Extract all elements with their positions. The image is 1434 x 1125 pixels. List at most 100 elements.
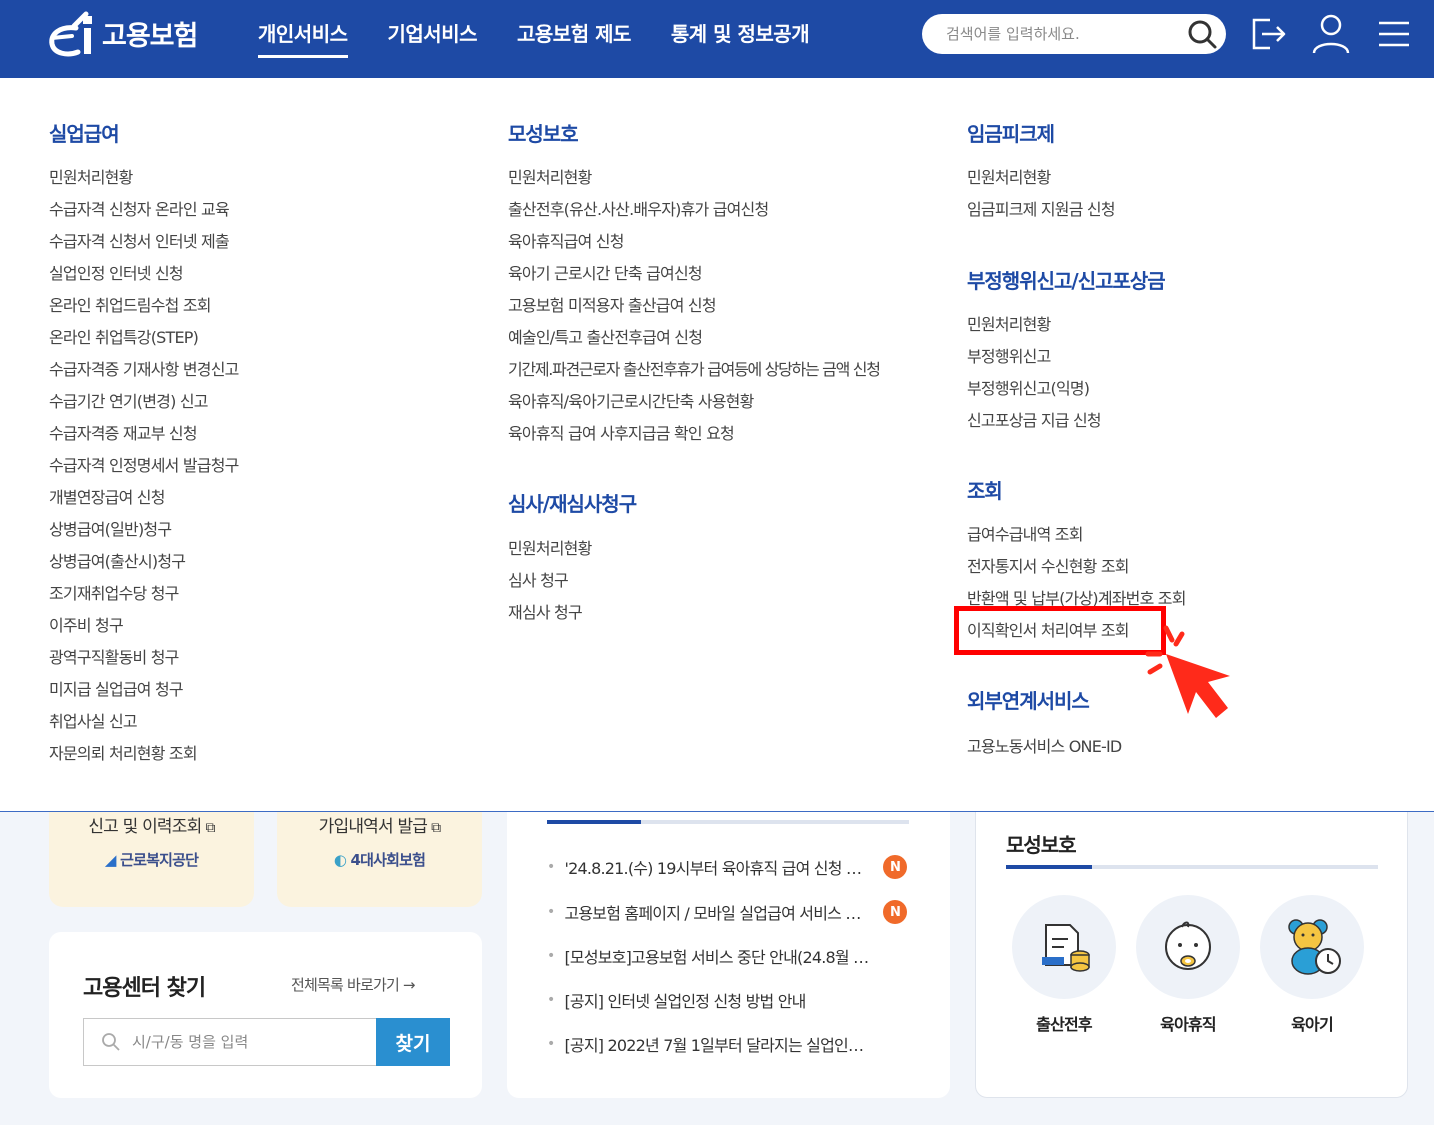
teddy-bear-clock-icon (1288, 919, 1341, 975)
menu-link[interactable]: 이주비 청구 (49, 612, 124, 636)
external-link-icon: ⧉ (431, 820, 441, 836)
menu-link[interactable]: 기간제.파견근로자 출산전후휴가 급여등에 상당하는 금액 신청 (508, 356, 881, 380)
menu-link[interactable]: 미지급 실업급여 청구 (49, 676, 184, 700)
menu-link[interactable]: 자문의뢰 처리현황 조회 (49, 740, 198, 764)
menu-link[interactable]: 광역구직활동비 청구 (49, 644, 179, 668)
quick-link-title: 가입내역서 발급 (318, 817, 428, 837)
menu-link[interactable]: 신고포상금 지급 신청 (967, 407, 1102, 431)
external-link-icon: ⧉ (205, 820, 215, 836)
menu-link[interactable]: 육아휴직급여 신청 (508, 228, 624, 252)
menu-link[interactable]: 수급자격 신청서 인터넷 제출 (49, 228, 230, 252)
menu-link[interactable]: 상병급여(일반)청구 (49, 516, 172, 540)
new-badge: N (883, 855, 907, 879)
search-input[interactable] (946, 22, 1176, 46)
brand-logo-icon: ◢ (104, 851, 121, 869)
menu-link[interactable]: 수급자격증 재교부 신청 (49, 420, 198, 444)
menu-link[interactable]: 수급자격 신청자 온라인 교육 (49, 196, 230, 220)
top-header: 고용보험 개인서비스 기업서비스 고용보험 제도 통계 및 정보공개 (0, 0, 1434, 78)
menu-link[interactable]: 출산전후(유산.사산.배우자)휴가 급여신청 (508, 196, 769, 220)
menu-link[interactable]: 민원처리현황 (508, 535, 592, 559)
menu-link[interactable]: 민원처리현황 (49, 164, 133, 188)
maternity-panel-title: 모성보호 (1006, 833, 1077, 857)
center-title: 고용센터 찾기 (83, 976, 206, 1001)
section-inquiry-title[interactable]: 조회 (967, 475, 1003, 504)
search-button[interactable] (1184, 16, 1220, 52)
menu-link[interactable]: 온라인 취업특강(STEP) (49, 324, 199, 348)
notice-item[interactable]: • [모성보호]고용보험 서비스 중단 안내(24.8월 예정) (547, 943, 907, 969)
menu-link[interactable]: 민원처리현황 (967, 164, 1051, 188)
menu-link[interactable]: 민원처리현황 (967, 311, 1051, 335)
maternity-item-childcare[interactable]: 육아기 (1260, 895, 1364, 1035)
maternity-item-label: 육아기 (1291, 1015, 1334, 1034)
maternity-item-childbirth[interactable]: 출산전후 (1012, 895, 1116, 1035)
maternity-item-parental-leave[interactable]: 육아휴직 (1136, 895, 1240, 1035)
notice-item[interactable]: • [공지] 2022년 7월 1일부터 달라지는 실업인정 안내 (547, 1031, 907, 1057)
notice-item[interactable]: • '24.8.21.(수) 19시부터 육아휴직 급여 신청 안내 N (547, 854, 907, 880)
nav-statistics[interactable]: 통계 및 정보공개 (671, 18, 810, 58)
menu-link[interactable]: 수급자격증 기재사항 변경신고 (49, 356, 239, 380)
menu-link[interactable]: 개별연장급여 신청 (49, 484, 165, 508)
header-search (922, 14, 1226, 54)
user-icon (1312, 14, 1350, 54)
search-icon (102, 1033, 120, 1051)
section-external-title[interactable]: 외부연계서비스 (967, 685, 1090, 714)
maternity-item-label: 육아휴직 (1160, 1015, 1216, 1034)
menu-link[interactable]: 임금피크제 지원금 신청 (967, 196, 1116, 220)
notice-card: • '24.8.21.(수) 19시부터 육아휴직 급여 신청 안내 N • 고용보… (507, 790, 950, 1098)
menu-link[interactable]: 수급자격 인정명세서 발급청구 (49, 452, 239, 476)
quick-link-subscription-cert[interactable]: 가입내역서 발급 ⧉ ◐ 4대사회보험 (277, 812, 482, 907)
section-wage-peak-title[interactable]: 임금피크제 (967, 118, 1055, 147)
click-pointer-icon (1145, 625, 1230, 718)
section-maternity-title[interactable]: 모성보호 (508, 118, 579, 147)
menu-link[interactable]: 급여수급내역 조회 (967, 521, 1083, 545)
center-more-link[interactable]: 전체목록 바로가기 → (291, 974, 416, 995)
search-icon (1188, 20, 1217, 49)
quick-link-brand: 4대사회보험 (350, 851, 426, 869)
document-coins-icon (1042, 924, 1090, 972)
menu-link[interactable]: 조기재취업수당 청구 (49, 580, 179, 604)
menu-link[interactable]: 고용노동서비스 ONE-ID (967, 733, 1122, 757)
baby-face-icon (1165, 921, 1211, 970)
menu-link[interactable]: 온라인 취업드림수첩 조회 (49, 292, 212, 316)
new-badge: N (883, 900, 907, 924)
section-review-title[interactable]: 심사/재심사청구 (508, 488, 637, 517)
logo-icon (49, 11, 92, 57)
menu-link[interactable]: 부정행위신고(익명) (967, 375, 1090, 399)
menu-link[interactable]: 육아기 근로시간 단축 급여신청 (508, 260, 703, 284)
quick-link-brand: 근로복지공단 (120, 851, 199, 869)
center-search-input[interactable] (83, 1018, 377, 1066)
menu-link[interactable]: 부정행위신고 (967, 343, 1051, 367)
notice-item[interactable]: • 고용보험 홈페이지 / 모바일 실업급여 서비스 안내 N (547, 899, 907, 925)
hamburger-icon (1379, 21, 1409, 47)
user-button[interactable] (1309, 12, 1353, 56)
menu-link[interactable]: 재심사 청구 (508, 599, 583, 623)
menu-link[interactable]: 상병급여(출산시)청구 (49, 548, 186, 572)
menu-link[interactable]: 전자통지서 수신현황 조회 (967, 553, 1130, 577)
menu-link[interactable]: 예술인/특고 출산전후급여 신청 (508, 324, 703, 348)
menu-link[interactable]: 육아휴직 급여 사후지급금 확인 요청 (508, 420, 735, 444)
section-unemployment-title[interactable]: 실업급여 (49, 118, 120, 147)
maternity-tab-indicator (1006, 865, 1092, 869)
notice-item[interactable]: • [공지] 인터넷 실업인정 신청 방법 안내 (547, 987, 907, 1013)
menu-link[interactable]: 취업사실 신고 (49, 708, 138, 732)
menu-link[interactable]: 고용보험 미적용자 출산급여 신청 (508, 292, 717, 316)
menu-link[interactable]: 민원처리현황 (508, 164, 592, 188)
menu-link[interactable]: 수급기간 연기(변경) 신고 (49, 388, 208, 412)
menu-link[interactable]: 실업인정 인터넷 신청 (49, 260, 184, 284)
center-search-button[interactable]: 찾기 (376, 1018, 450, 1066)
logo[interactable]: 고용보험 (46, 8, 198, 58)
menu-link[interactable]: 심사 청구 (508, 567, 569, 591)
nav-corporate-service[interactable]: 기업서비스 (388, 18, 478, 58)
nav-personal-service[interactable]: 개인서비스 (258, 18, 348, 58)
section-fraud-title[interactable]: 부정행위신고/신고포상금 (967, 265, 1166, 294)
brand-logo-icon: ◐ (333, 851, 351, 869)
global-nav: 개인서비스 기업서비스 고용보험 제도 통계 및 정보공개 (258, 18, 849, 58)
nav-insurance-system[interactable]: 고용보험 제도 (517, 18, 631, 58)
notice-tab-indicator (547, 820, 641, 824)
menu-link[interactable]: 육아휴직/육아기근로시간단축 사용현황 (508, 388, 754, 412)
maternity-panel: 모성보호 출산전후 육아휴직 육아기 (975, 790, 1408, 1098)
quick-link-report-history[interactable]: 신고 및 이력조회 ⧉ ◢ 근로복지공단 (49, 812, 254, 907)
maternity-item-label: 출산전후 (1036, 1015, 1092, 1034)
menu-button[interactable] (1372, 12, 1416, 56)
logout-button[interactable] (1246, 12, 1290, 56)
